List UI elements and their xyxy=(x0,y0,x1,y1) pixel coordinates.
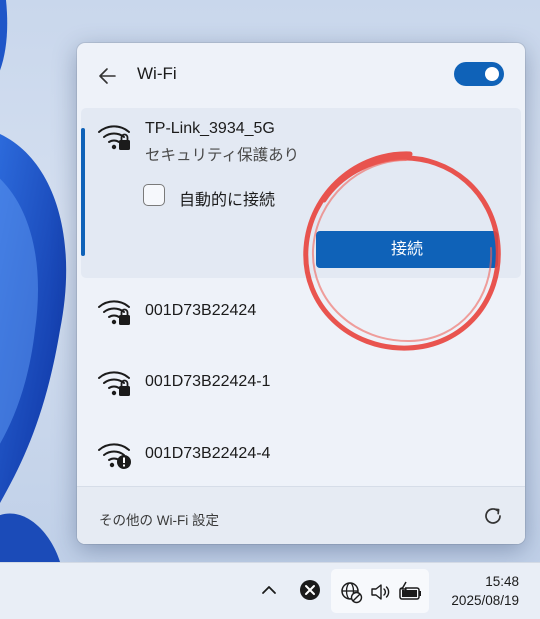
wifi-flyout: Wi-Fi TP-Link_3934_5G セキュリティ保護あり 自動的に接続 … xyxy=(77,43,525,544)
more-wifi-settings-link[interactable]: その他の Wi-Fi 設定 xyxy=(99,509,219,529)
wifi-secured-icon xyxy=(98,300,130,325)
network-item[interactable]: 001D73B22424-1 xyxy=(81,352,521,412)
network-item[interactable]: 001D73B22424-4 xyxy=(81,424,521,484)
chevron-up-icon[interactable] xyxy=(256,577,282,603)
clock-date: 2025/08/19 xyxy=(451,593,519,608)
wallpaper-bloom xyxy=(0,0,67,562)
network-ssid: TP-Link_3934_5G xyxy=(145,120,275,137)
network-ssid: 001D73B22424-1 xyxy=(145,373,271,390)
wifi-secured-icon xyxy=(98,371,130,396)
app-close-circle-icon[interactable] xyxy=(297,577,323,603)
battery-charging-icon xyxy=(399,581,421,600)
quick-settings-tray[interactable] xyxy=(331,569,429,613)
wifi-warning-icon xyxy=(98,443,131,469)
taskbar-clock[interactable]: 15:48 2025/08/19 xyxy=(437,572,537,610)
taskbar: 15:48 2025/08/19 xyxy=(0,562,540,619)
toggle-knob xyxy=(485,67,499,81)
wifi-toggle[interactable] xyxy=(454,62,504,86)
network-ssid: 001D73B22424-4 xyxy=(145,445,271,462)
flyout-header: Wi-Fi xyxy=(77,43,525,107)
flyout-footer: その他の Wi-Fi 設定 xyxy=(77,486,525,544)
back-arrow-icon[interactable] xyxy=(95,63,121,89)
auto-connect-label: 自動的に接続 xyxy=(179,192,276,209)
network-item[interactable]: 001D73B22424 xyxy=(81,281,521,341)
network-ssid: 001D73B22424 xyxy=(145,302,257,319)
clock-time: 15:48 xyxy=(485,574,519,589)
speaker-volume-icon xyxy=(371,584,390,600)
wifi-secured-icon xyxy=(98,125,130,150)
globe-no-internet-icon xyxy=(341,582,363,604)
auto-connect-checkbox[interactable] xyxy=(143,184,165,206)
selection-indicator xyxy=(81,128,85,256)
network-security-status: セキュリティ保護あり xyxy=(145,147,300,164)
connect-button[interactable]: 接続 xyxy=(316,231,498,268)
flyout-title: Wi-Fi xyxy=(137,64,177,83)
refresh-icon[interactable] xyxy=(481,504,505,528)
